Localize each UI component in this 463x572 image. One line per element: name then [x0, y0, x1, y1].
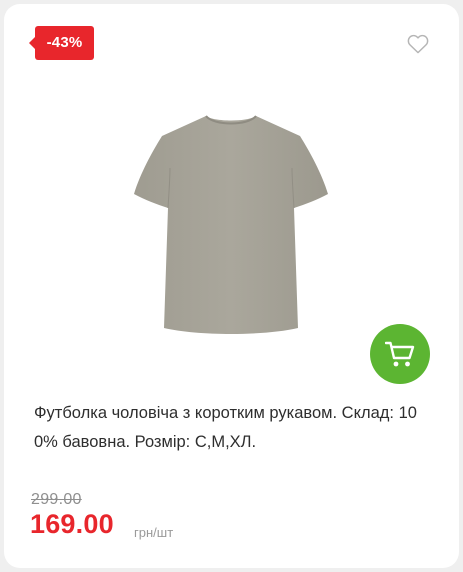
current-price: 169.00: [30, 509, 114, 539]
add-to-cart-button[interactable]: [370, 324, 430, 384]
favorite-button[interactable]: [406, 32, 430, 56]
product-image[interactable]: [114, 112, 348, 344]
shopping-cart-icon: [385, 341, 415, 367]
price-unit: грн/шт: [134, 525, 174, 540]
discount-badge: -43%: [29, 26, 94, 60]
tshirt-product-image: [134, 115, 328, 334]
product-title[interactable]: Футболка чоловіча з коротким рукавом. Ск…: [34, 399, 429, 457]
old-price: 299.00: [31, 491, 82, 508]
heart-outline-icon: [407, 34, 429, 54]
product-card[interactable]: -43% Футболка чоловіча з коротким рукаво…: [4, 4, 459, 568]
